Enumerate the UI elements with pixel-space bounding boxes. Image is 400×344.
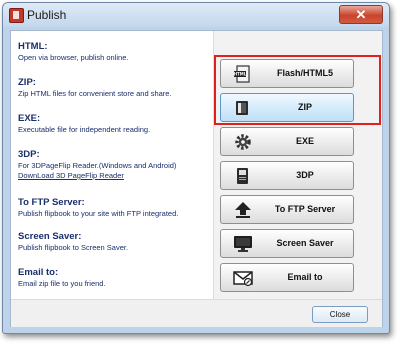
- dialog-body: HTML: Open via browser, publish online. …: [10, 30, 383, 327]
- window-title: Publish: [27, 8, 67, 22]
- ftp-description: To FTP Server: Publish flipbook to your …: [18, 197, 214, 219]
- screen-saver-button[interactable]: Screen Saver: [220, 229, 354, 258]
- html5-document-icon: HTML: [234, 65, 250, 83]
- 3dp-book-icon: [237, 168, 248, 184]
- email-to-button[interactable]: Email to: [220, 263, 354, 292]
- html-description: HTML: Open via browser, publish online.: [18, 41, 214, 63]
- 3dp-description: 3DP: For 3DPageFlip Reader.(Windows and …: [18, 149, 214, 181]
- exe-desc: Executable file for independent reading.: [18, 125, 151, 134]
- flash-html5-label: Flash/HTML5: [276, 68, 333, 78]
- download-3dp-reader-link[interactable]: DownLoad 3D PageFlip Reader: [18, 171, 214, 181]
- zip-button[interactable]: ZIP: [220, 93, 354, 122]
- publish-buttons-panel: HTML Flash/HTML5 ZIP EXE 3DP To FTP Serv…: [214, 31, 382, 299]
- upload-arrow-icon: [235, 202, 251, 218]
- screensaver-heading: Screen Saver:: [18, 231, 82, 242]
- ftp-label: To FTP Server: [274, 204, 336, 214]
- screensaver-desc: Publish flipbook to Screen Saver.: [18, 243, 129, 252]
- email-desc: Email zip file to you friend.: [18, 279, 106, 288]
- email-heading: Email to:: [18, 267, 59, 278]
- zip-desc: Zip HTML files for convenient store and …: [18, 89, 172, 98]
- exe-description: EXE: Executable file for independent rea…: [18, 113, 214, 135]
- email-description: Email to: Email zip file to you friend.: [18, 267, 214, 289]
- 3dp-desc: For 3DPageFlip Reader.(Windows and Andro…: [18, 161, 177, 170]
- exe-button[interactable]: EXE: [220, 127, 354, 156]
- zip-label: ZIP: [297, 102, 312, 112]
- html-heading: HTML:: [18, 41, 48, 52]
- screensaver-description: Screen Saver: Publish flipbook to Screen…: [18, 231, 214, 253]
- zip-description: ZIP: Zip HTML files for convenient store…: [18, 77, 214, 99]
- html-desc: Open via browser, publish online.: [18, 53, 129, 62]
- email-to-label: Email to: [287, 272, 323, 282]
- screen-saver-label: Screen Saver: [276, 238, 334, 248]
- gear-icon: [235, 134, 251, 150]
- ftp-desc: Publish flipbook to your site with FTP i…: [18, 209, 179, 218]
- envelope-icon: [233, 271, 253, 287]
- description-panel: HTML: Open via browser, publish online. …: [11, 31, 214, 299]
- exe-heading: EXE:: [18, 113, 41, 124]
- 3dp-heading: 3DP:: [18, 149, 40, 160]
- publish-window: Publish ✕ HTML: Open via browser, publis…: [2, 2, 390, 334]
- app-icon: [9, 8, 24, 23]
- window-close-button[interactable]: ✕: [339, 5, 383, 24]
- flash-html5-button[interactable]: HTML Flash/HTML5: [220, 59, 354, 88]
- to-ftp-server-button[interactable]: To FTP Server: [220, 195, 354, 224]
- zip-heading: ZIP:: [18, 77, 36, 88]
- title-bar: Publish ✕: [3, 3, 389, 27]
- dialog-footer: Close: [11, 299, 382, 327]
- zip-archive-icon: [236, 101, 248, 115]
- 3dp-label: 3DP: [296, 170, 314, 180]
- svg-text:HTML: HTML: [234, 72, 247, 77]
- 3dp-button[interactable]: 3DP: [220, 161, 354, 190]
- close-button[interactable]: Close: [312, 306, 368, 323]
- monitor-icon: [234, 236, 252, 252]
- ftp-heading: To FTP Server:: [18, 197, 85, 208]
- exe-label: EXE: [295, 136, 314, 146]
